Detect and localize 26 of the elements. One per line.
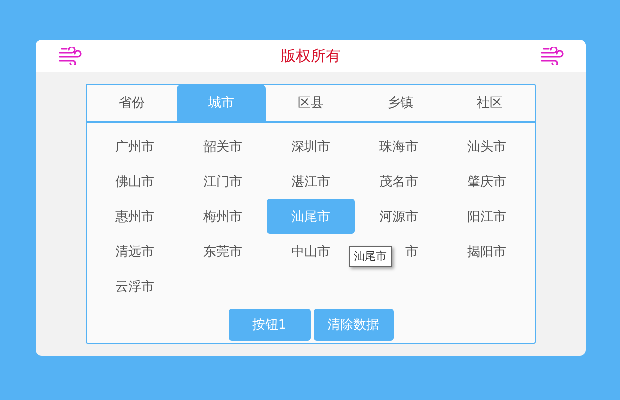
city-item[interactable]: 茂名市 (355, 164, 443, 199)
city-item[interactable]: 清远市 (91, 234, 179, 269)
city-item[interactable]: 汕头市 (443, 129, 531, 164)
city-item[interactable]: 江门市 (179, 164, 267, 199)
city-item[interactable]: 珠海市 (355, 129, 443, 164)
city-item[interactable]: 东莞市 (179, 234, 267, 269)
city-item[interactable]: 河源市 (355, 199, 443, 234)
city-item[interactable]: 梅州市 (179, 199, 267, 234)
tab[interactable]: 区县 (266, 85, 356, 121)
city-item[interactable]: 云浮市 (91, 269, 179, 304)
city-item[interactable]: 佛山市 (91, 164, 179, 199)
tooltip: 汕尾市 (349, 246, 392, 267)
tab[interactable]: 社区 (445, 85, 535, 121)
tab[interactable]: 省份 (87, 85, 177, 121)
wind-icon (58, 47, 82, 65)
city-item[interactable]: 湛江市 (267, 164, 355, 199)
header-title: 版权所有 (281, 46, 341, 66)
city-item[interactable]: 肇庆市 (443, 164, 531, 199)
city-item[interactable]: 惠州市 (91, 199, 179, 234)
city-item[interactable]: 阳江市 (443, 199, 531, 234)
city-item[interactable]: 韶关市 (179, 129, 267, 164)
tab[interactable]: 乡镇 (356, 85, 446, 121)
city-item[interactable]: 揭阳市 (443, 234, 531, 269)
city-item[interactable]: 深圳市 (267, 129, 355, 164)
wind-icon (540, 47, 564, 65)
city-item[interactable]: 广州市 (91, 129, 179, 164)
